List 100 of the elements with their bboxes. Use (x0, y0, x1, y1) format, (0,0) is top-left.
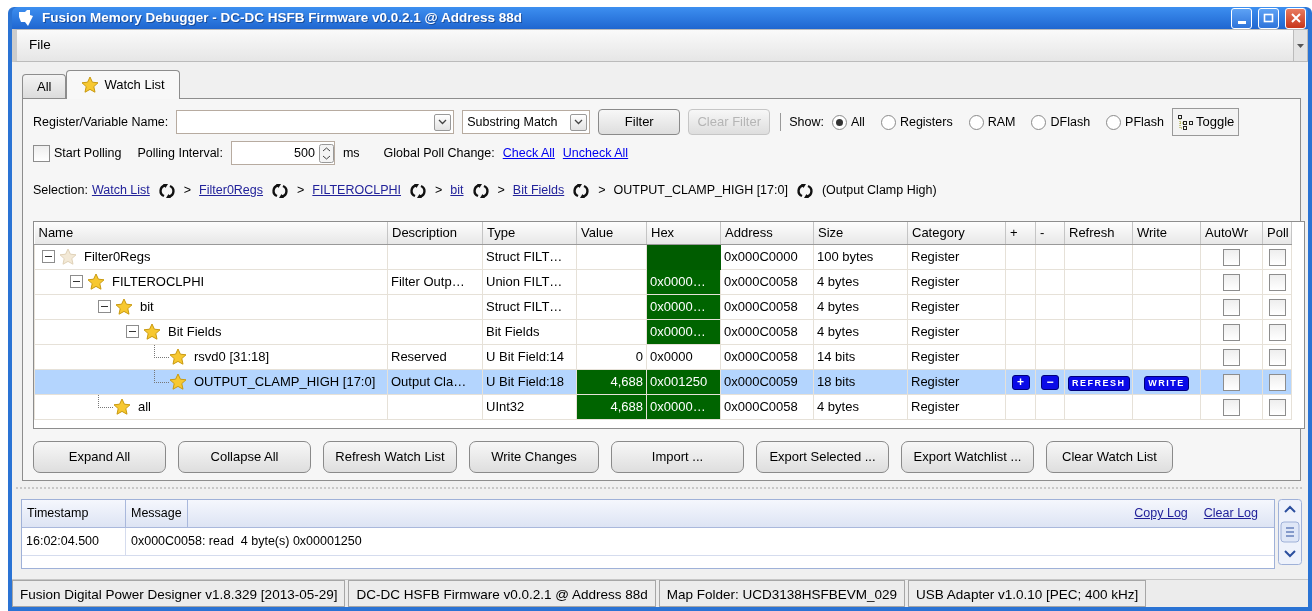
name-combo-box[interactable] (176, 110, 455, 134)
remove-button[interactable]: − (1041, 374, 1059, 390)
expand-toggle[interactable] (42, 250, 55, 263)
breadcrumb-link[interactable]: Watch List (91, 181, 150, 200)
link[interactable]: Copy Log (1134, 504, 1188, 523)
table-cell: Union FILT… (486, 273, 563, 289)
action-button[interactable]: Expand All (33, 441, 166, 473)
action-button[interactable]: Write Changes (469, 441, 599, 473)
column-header[interactable]: Timestamp (22, 500, 126, 527)
table-cell: Struct FILT… (486, 248, 563, 264)
column-header[interactable]: Address (720, 222, 814, 244)
checkbox[interactable] (1223, 398, 1240, 416)
column-header[interactable]: Category (907, 222, 1006, 244)
table-cell: 4 bytes (817, 298, 859, 314)
breadcrumb-link[interactable]: Bit Fields (512, 181, 565, 200)
radio-button[interactable] (1106, 114, 1122, 130)
radio-label: All (851, 113, 865, 131)
radio-label: Registers (899, 113, 953, 131)
column-header[interactable]: AutoWr (1200, 222, 1263, 244)
checkbox[interactable] (1268, 373, 1286, 391)
checkbox[interactable] (1268, 298, 1286, 316)
table-cell: 0x000C0058 (724, 273, 798, 289)
checkbox[interactable] (1268, 323, 1286, 341)
checkbox-label: Start Polling (54, 144, 122, 162)
action-button[interactable]: Export Watchlist ... (901, 441, 1034, 473)
column-header[interactable]: Name (34, 222, 388, 244)
expand-toggle[interactable] (98, 300, 111, 313)
interval-spin-box[interactable]: 500 (230, 141, 335, 165)
minimize-button[interactable] (1231, 7, 1252, 29)
table-cell: U Bit Field:14 (486, 348, 565, 364)
refresh-button[interactable]: REFRESH (1068, 375, 1130, 391)
table-cell: Struct FILT… (486, 298, 563, 314)
column-header[interactable]: Type (482, 222, 577, 244)
table-cell: 4 bytes (817, 398, 859, 414)
toggle-button[interactable]: Toggle (1172, 108, 1240, 136)
menu-item[interactable]: File (17, 35, 63, 56)
column-header[interactable]: Value (576, 222, 647, 244)
column-header[interactable]: Refresh (1064, 222, 1133, 244)
tree-item[interactable]: bit (137, 296, 157, 317)
filter-button[interactable]: Filter (598, 109, 681, 135)
column-header[interactable]: + (1005, 222, 1036, 244)
tab[interactable]: Watch List (66, 70, 180, 99)
radio-button[interactable] (968, 114, 984, 130)
expand-toggle[interactable] (70, 275, 83, 288)
radio-button[interactable] (1031, 114, 1047, 130)
link[interactable]: Clear Log (1203, 504, 1258, 523)
checkbox[interactable] (1268, 248, 1286, 266)
action-button[interactable]: Export Selected ... (756, 441, 889, 473)
radio-button[interactable] (880, 114, 896, 130)
column-header[interactable]: Write (1132, 222, 1201, 244)
maximize-button[interactable] (1258, 7, 1279, 29)
tree-item[interactable]: Bit Fields (165, 321, 225, 342)
table-cell: 0x0000… (647, 294, 720, 319)
action-button[interactable]: Import ... (611, 441, 744, 473)
radio-label: DFlash (1050, 113, 1091, 131)
write-button[interactable]: WRITE (1144, 375, 1189, 391)
checkbox[interactable] (1268, 398, 1286, 416)
field-label: Global Poll Change: (383, 144, 495, 162)
field-label: Register/Variable Name: (33, 113, 169, 131)
link[interactable]: Check All (502, 143, 555, 163)
radio-button[interactable] (832, 114, 847, 130)
checkbox[interactable] (1223, 373, 1240, 391)
breadcrumb-separator: > (297, 182, 305, 200)
table-cell: Register (911, 348, 960, 364)
breadcrumb-link[interactable]: Filter0Regs (199, 181, 264, 200)
column-header[interactable]: Hex (646, 222, 721, 244)
breadcrumb-separator: > (183, 182, 192, 200)
status-text: Map Folder: UCD3138HSFBEVM_029 (658, 580, 906, 607)
breadcrumb-link[interactable]: bit (450, 181, 464, 200)
checkbox[interactable] (1223, 348, 1240, 366)
checkbox[interactable] (1223, 323, 1240, 341)
checkbox[interactable] (1223, 273, 1240, 291)
checkbox[interactable] (1268, 348, 1286, 366)
tree-item[interactable]: all (135, 396, 154, 417)
tree-item[interactable]: Filter0Regs (81, 246, 154, 267)
scroll-bar[interactable] (1278, 499, 1302, 565)
table-cell: Register (911, 323, 960, 339)
action-button[interactable]: Refresh Watch List (323, 441, 457, 473)
checkbox[interactable] (1223, 298, 1240, 316)
link[interactable]: Uncheck All (562, 143, 629, 163)
column-header[interactable]: Message (126, 500, 188, 527)
column-header[interactable]: Size (813, 222, 908, 244)
table-cell: Register (911, 398, 960, 414)
checkbox[interactable] (1268, 273, 1286, 291)
close-button[interactable] (1285, 7, 1306, 29)
menu-overflow-button[interactable] (1293, 30, 1307, 61)
checkbox[interactable] (1223, 248, 1240, 266)
column-header[interactable]: Poll (1262, 222, 1292, 244)
add-button[interactable]: + (1011, 374, 1030, 390)
column-header[interactable]: - (1035, 222, 1065, 244)
column-header[interactable]: Description (387, 222, 483, 244)
expand-toggle[interactable] (126, 325, 139, 338)
breadcrumb-link[interactable]: FILTEROCLPHI (312, 181, 401, 200)
tab[interactable]: All (22, 74, 67, 98)
breadcrumb-separator: > (435, 182, 443, 200)
action-button[interactable]: Collapse All (178, 441, 311, 473)
tree-item[interactable]: rsvd0 [31:18] (191, 346, 273, 367)
action-button[interactable]: Clear Watch List (1046, 441, 1173, 473)
match-combo-box[interactable]: Substring Match (462, 110, 591, 134)
checkbox[interactable] (33, 144, 50, 162)
